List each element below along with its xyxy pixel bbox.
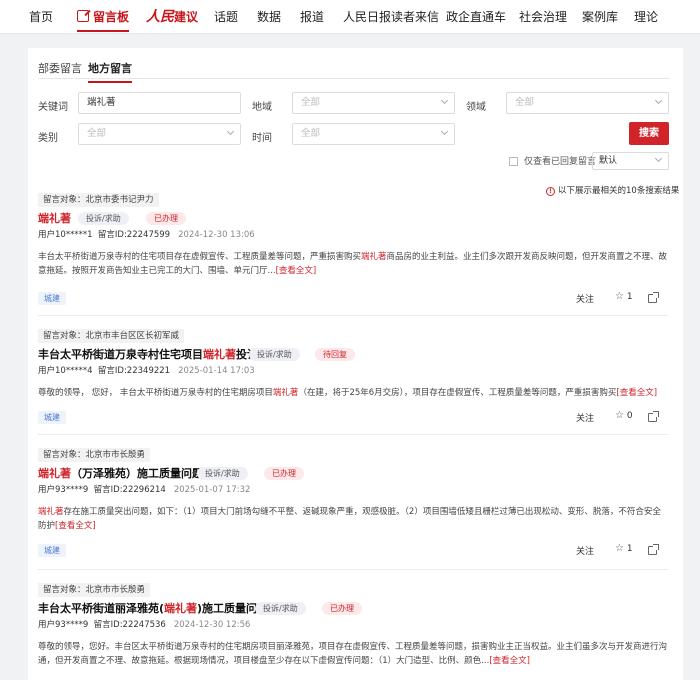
like-button[interactable]: ☆ 1 bbox=[615, 543, 633, 554]
category-tag[interactable]: 城建 bbox=[38, 411, 66, 424]
main-panel: 部委留言 地方留言 关键词 端礼著 地域 全部 领域 全部 类别 全部 时间 全… bbox=[28, 48, 683, 680]
share-icon[interactable] bbox=[648, 411, 659, 422]
category-select[interactable]: 全部 bbox=[78, 123, 241, 145]
nav-gov-business[interactable]: 政企直通车 bbox=[446, 0, 506, 34]
nav-case-library[interactable]: 案例库 bbox=[582, 0, 618, 34]
result-card: 留言对象：北京市市长殷勇 丰台太平桥街道丽泽雅苑(端礼著)施工质量问题 投诉/求… bbox=[38, 583, 668, 680]
nav-message-board[interactable]: 留言板 bbox=[77, 0, 130, 34]
chevron-down-icon bbox=[654, 154, 663, 163]
like-button[interactable]: ☆ 1 bbox=[615, 291, 633, 302]
result-card: 留言对象：北京市市长殷勇 端礼著（万泽雅苑）施工质量问题 投诉/求助 已办理 用… bbox=[38, 448, 668, 568]
nav-topics[interactable]: 话题 bbox=[214, 0, 238, 34]
nav-reports[interactable]: 报道 bbox=[300, 0, 324, 34]
share-icon[interactable] bbox=[648, 292, 659, 303]
chevron-down-icon bbox=[440, 96, 449, 105]
star-icon: ☆ bbox=[615, 543, 624, 554]
message-target: 留言对象：北京市市长殷勇 bbox=[38, 448, 151, 462]
field-select[interactable]: 全部 bbox=[506, 92, 669, 114]
result-card: 留言对象：北京市委书记尹力 端礼著 投诉/求助 已办理 用户10*****1 留… bbox=[38, 193, 668, 313]
follow-button[interactable]: 关注 bbox=[576, 292, 594, 305]
type-tag: 投诉/求助 bbox=[255, 602, 306, 615]
time-label: 时间 bbox=[252, 133, 272, 144]
divider bbox=[38, 569, 668, 570]
region-select[interactable]: 全部 bbox=[292, 92, 455, 114]
only-replied-checkbox[interactable] bbox=[509, 157, 518, 166]
type-tag: 投诉/求助 bbox=[197, 467, 248, 480]
result-card: 留言对象：北京市丰台区区长初军威 丰台太平桥街道万泉寺村住宅项目端礼著投诉 投诉… bbox=[38, 329, 668, 449]
type-tag: 投诉/求助 bbox=[249, 348, 300, 361]
result-meta: 用户93****9 留言ID:22247536 2024-12-30 12:56 bbox=[38, 620, 251, 630]
top-nav: 首页 留言板 人民建议 话题 数据 报道 人民日报读者来信 政企直通车 社会治理… bbox=[0, 0, 700, 34]
logo-text: 建议 bbox=[174, 10, 199, 24]
result-title[interactable]: 端礼著（万泽雅苑）施工质量问题 bbox=[38, 465, 203, 481]
view-full-link[interactable]: [查看全文] bbox=[276, 266, 317, 276]
result-meta: 用户10*****4 留言ID:22349221 2025-01-14 17:03 bbox=[38, 366, 255, 376]
field-label: 领域 bbox=[466, 102, 486, 113]
nav-social-governance[interactable]: 社会治理 bbox=[519, 0, 567, 34]
edit-icon bbox=[77, 10, 89, 22]
time-select[interactable]: 全部 bbox=[292, 123, 455, 145]
logo-mark: 人民 bbox=[146, 9, 174, 25]
tab-ministry-messages[interactable]: 部委留言 bbox=[38, 60, 82, 76]
nav-home[interactable]: 首页 bbox=[29, 0, 53, 34]
nav-people-suggestion[interactable]: 人民建议 bbox=[146, 0, 198, 34]
result-title[interactable]: 丰台太平桥街道丽泽雅苑(端礼著)施工质量问题 bbox=[38, 600, 268, 616]
status-tag: 已办理 bbox=[146, 212, 186, 225]
category-tag[interactable]: 城建 bbox=[38, 292, 66, 305]
result-meta: 用户10*****1 留言ID:22247599 2024-12-30 13:06 bbox=[38, 230, 255, 240]
result-meta: 用户93****9 留言ID:22296214 2025-01-07 17:32 bbox=[38, 485, 251, 495]
like-button[interactable]: ☆ 0 bbox=[615, 410, 633, 421]
tab-local-messages[interactable]: 地方留言 bbox=[88, 60, 132, 83]
search-button[interactable]: 搜索 bbox=[629, 122, 669, 145]
type-tag: 投诉/求助 bbox=[78, 212, 129, 225]
sort-select[interactable]: 默认 bbox=[592, 152, 669, 170]
divider bbox=[38, 434, 668, 435]
message-target: 留言对象：北京市丰台区区长初军威 bbox=[38, 329, 185, 343]
status-tag: 已办理 bbox=[322, 602, 362, 615]
result-title[interactable]: 端礼著 bbox=[38, 210, 71, 226]
region-label: 地域 bbox=[252, 102, 272, 113]
share-icon[interactable] bbox=[648, 544, 659, 555]
only-replied-label: 仅查看已回复留言 bbox=[524, 157, 597, 167]
result-body: 尊敬的领导，您好。丰台区太平桥街道万泉寺村的住宅期房项目丽泽雅苑，项目存在虚假宣… bbox=[38, 642, 668, 666]
star-icon: ☆ bbox=[615, 291, 624, 302]
divider bbox=[38, 315, 668, 316]
chevron-down-icon bbox=[654, 96, 663, 105]
tab-divider bbox=[38, 78, 669, 79]
star-icon: ☆ bbox=[615, 410, 624, 421]
keyword-input[interactable]: 端礼著 bbox=[78, 92, 241, 114]
category-tag[interactable]: 城建 bbox=[38, 544, 66, 557]
nav-data[interactable]: 数据 bbox=[257, 0, 281, 34]
nav-theory[interactable]: 理论 bbox=[634, 0, 658, 34]
follow-button[interactable]: 关注 bbox=[576, 411, 594, 424]
status-tag: 已办理 bbox=[264, 467, 304, 480]
result-body: 丰台太平桥街道万泉寺村的住宅项目存在虚假宣传、工程质量差等问题，严重损害购买端礼… bbox=[38, 252, 668, 276]
view-full-link[interactable]: [查看全文] bbox=[55, 521, 96, 531]
nav-reader-letters[interactable]: 人民日报读者来信 bbox=[343, 0, 439, 34]
keyword-label: 关键词 bbox=[38, 102, 68, 113]
status-tag: 待回复 bbox=[315, 348, 355, 361]
chevron-down-icon bbox=[226, 127, 235, 136]
category-label: 类别 bbox=[38, 133, 58, 144]
result-title[interactable]: 丰台太平桥街道万泉寺村住宅项目端礼著投诉 bbox=[38, 346, 258, 362]
result-body: 端礼著存在施工质量突出问题，如下：（1）项目大门前场勾缝不平整、返碱现象严重，观… bbox=[38, 507, 661, 531]
message-target: 留言对象：北京市委书记尹力 bbox=[38, 193, 159, 207]
message-target: 留言对象：北京市市长殷勇 bbox=[38, 583, 151, 597]
follow-button[interactable]: 关注 bbox=[576, 544, 594, 557]
view-full-link[interactable]: [查看全文] bbox=[616, 388, 657, 398]
view-full-link[interactable]: [查看全文] bbox=[489, 656, 530, 666]
result-body: 尊敬的领导， 您好， 丰台太平桥街道万泉寺村的住宅期房项目端礼著（在建，将于25… bbox=[38, 388, 658, 398]
chevron-down-icon bbox=[440, 127, 449, 136]
